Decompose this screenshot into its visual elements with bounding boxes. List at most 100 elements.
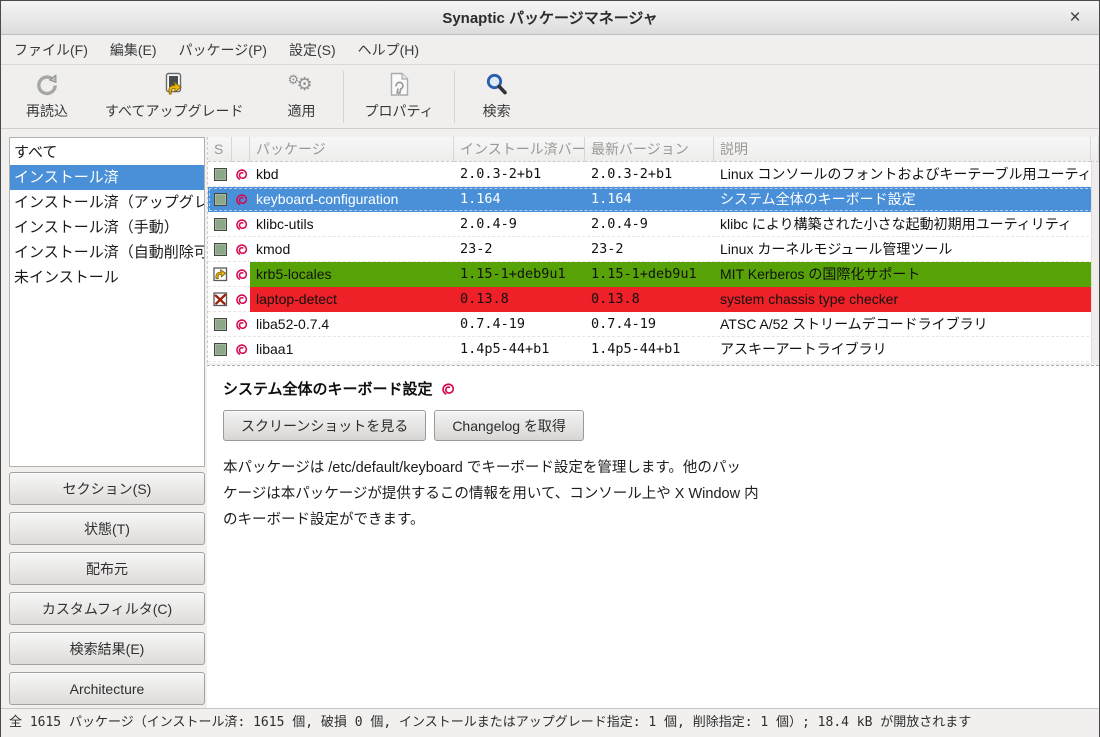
sections-button[interactable]: セクション(S): [9, 472, 205, 505]
search-results-button[interactable]: 検索結果(E): [9, 632, 205, 665]
debian-swirl-icon: [232, 237, 250, 262]
status-installed-icon: [208, 212, 232, 237]
column-header-description[interactable]: 説明: [714, 137, 1091, 162]
toolbar-separator: [343, 71, 344, 123]
toolbar-separator: [454, 71, 455, 123]
details-package-title: システム全体のキーボード設定: [223, 378, 433, 399]
filter-item-installed-upgradable[interactable]: インストール済（アップグレード可）: [10, 190, 204, 215]
column-header-package[interactable]: パッケージ: [250, 137, 454, 162]
filter-item-installed-autoremovable[interactable]: インストール済（自動削除可能）: [10, 240, 204, 265]
description-line: ケージは本パッケージが提供するこの情報を用いて、コンソール上や X Window…: [223, 481, 1083, 507]
table-row-marked-removal[interactable]: laptop-detect 0.13.8 0.13.8 system chass…: [208, 287, 1099, 312]
package-description: Linux カーネルモジュール管理ツール: [714, 237, 1091, 262]
details-description: 本パッケージは /etc/default/keyboard でキーボード設定を管…: [223, 455, 1083, 533]
details-title-row: システム全体のキーボード設定: [223, 378, 1083, 399]
menu-settings[interactable]: 設定(S): [278, 35, 347, 65]
latest-version: 23-2: [585, 237, 714, 262]
right-panel: S パッケージ インストール済バージョン 最新バージョン 説明 kbd 2.0.…: [207, 129, 1099, 708]
column-header-latest-version[interactable]: 最新バージョン: [585, 137, 714, 162]
upgrade-all-label: すべてアップグレード: [105, 101, 243, 121]
table-row-selected[interactable]: keyboard-configuration 1.164 1.164 システム全…: [208, 187, 1099, 212]
column-header-status[interactable]: S: [208, 137, 232, 162]
package-table: S パッケージ インストール済バージョン 最新バージョン 説明 kbd 2.0.…: [207, 137, 1099, 363]
status-upgrade-icon: [208, 262, 232, 287]
column-header-origin[interactable]: [232, 137, 250, 162]
menu-edit[interactable]: 編集(E): [99, 35, 168, 65]
menu-help[interactable]: ヘルプ(H): [347, 35, 430, 65]
table-row[interactable]: klibc-utils 2.0.4-9 2.0.4-9 klibc により構築さ…: [208, 212, 1099, 237]
package-name: liba52-0.7.4: [250, 312, 454, 337]
installed-version: 1.4p5-44+b1: [454, 337, 585, 362]
status-bar: 全 1615 パッケージ（インストール済: 1615 個, 破損 0 個, イン…: [1, 708, 1099, 737]
properties-button[interactable]: プロパティ: [346, 68, 451, 125]
package-description: ATSC A/52 ストリームデコードライブラリ: [714, 312, 1091, 337]
menu-package[interactable]: パッケージ(P): [168, 35, 278, 65]
close-icon[interactable]: ×: [1063, 1, 1087, 35]
table-scrollbar[interactable]: [1091, 162, 1099, 363]
latest-version: 0.7.4-19: [585, 312, 714, 337]
reload-button[interactable]: 再読込: [7, 68, 87, 125]
custom-filters-button[interactable]: カスタムフィルタ(C): [9, 592, 205, 625]
filter-list: すべて インストール済 インストール済（アップグレード可） インストール済（手動…: [9, 137, 205, 467]
status-button[interactable]: 状態(T): [9, 512, 205, 545]
filter-item-all[interactable]: すべて: [10, 140, 204, 165]
debian-swirl-icon: [232, 212, 250, 237]
package-description: MIT Kerberos の国際化サポート: [714, 262, 1091, 287]
main-area: すべて インストール済 インストール済（アップグレード可） インストール済（手動…: [1, 129, 1099, 708]
package-name: kmod: [250, 237, 454, 262]
toolbar: 再読込 すべてアップグレード ⚙ ⚙ 適用 プロパティ: [1, 65, 1099, 129]
search-icon: [484, 72, 510, 98]
reload-label: 再読込: [26, 101, 68, 121]
package-name: laptop-detect: [250, 287, 454, 312]
table-row[interactable]: kbd 2.0.3-2+b1 2.0.3-2+b1 Linux コンソールのフォ…: [208, 162, 1099, 187]
column-header-spacer: [1091, 137, 1099, 162]
table-row-marked-upgrade[interactable]: krb5-locales 1.15-1+deb9u1 1.15-1+deb9u1…: [208, 262, 1099, 287]
sidebar-buttons: セクション(S) 状態(T) 配布元 カスタムフィルタ(C) 検索結果(E) A…: [9, 472, 205, 705]
latest-version: 2.0.3-2+b1: [585, 162, 714, 187]
properties-label: プロパティ: [364, 101, 433, 121]
latest-version: 1.15-1+deb9u1: [585, 262, 714, 287]
filter-item-installed-manual[interactable]: インストール済（手動）: [10, 215, 204, 240]
table-row[interactable]: kmod 23-2 23-2 Linux カーネルモジュール管理ツール: [208, 237, 1099, 262]
latest-version: 1.164: [585, 187, 714, 212]
apply-gears-icon: ⚙ ⚙: [287, 72, 315, 98]
menu-file[interactable]: ファイル(F): [3, 35, 99, 65]
details-buttons: スクリーンショットを見る Changelog を取得: [223, 410, 1083, 441]
latest-version: 2.0.4-9: [585, 212, 714, 237]
debian-swirl-icon: [441, 382, 455, 396]
package-description: system chassis type checker: [714, 287, 1091, 312]
table-row[interactable]: liba52-0.7.4 0.7.4-19 0.7.4-19 ATSC A/52…: [208, 312, 1099, 337]
package-name: kbd: [250, 162, 454, 187]
installed-version: 23-2: [454, 237, 585, 262]
search-button[interactable]: 検索: [457, 68, 537, 125]
debian-swirl-icon: [232, 337, 250, 362]
installed-version: 0.13.8: [454, 287, 585, 312]
installed-version: 1.15-1+deb9u1: [454, 262, 585, 287]
properties-icon: [387, 72, 411, 98]
filter-item-installed[interactable]: インストール済: [10, 165, 204, 190]
description-line: 本パッケージは /etc/default/keyboard でキーボード設定を管…: [223, 455, 1083, 481]
column-header-installed-version[interactable]: インストール済バージョン: [454, 137, 585, 162]
upgrade-all-button[interactable]: すべてアップグレード: [87, 68, 261, 125]
sidebar: すべて インストール済 インストール済（アップグレード可） インストール済（手動…: [1, 129, 207, 708]
package-name: krb5-locales: [250, 262, 454, 287]
upgrade-all-icon: [160, 72, 188, 98]
menubar: ファイル(F) 編集(E) パッケージ(P) 設定(S) ヘルプ(H): [1, 35, 1099, 65]
search-label: 検索: [483, 101, 511, 121]
origin-button[interactable]: 配布元: [9, 552, 205, 585]
package-name: klibc-utils: [250, 212, 454, 237]
apply-button[interactable]: ⚙ ⚙ 適用: [261, 68, 341, 125]
latest-version: 0.13.8: [585, 287, 714, 312]
status-text: 全 1615 パッケージ（インストール済: 1615 個, 破損 0 個, イン…: [9, 715, 971, 730]
filter-item-not-installed[interactable]: 未インストール: [10, 265, 204, 290]
table-row[interactable]: libaa1 1.4p5-44+b1 1.4p5-44+b1 アスキーアートライ…: [208, 337, 1099, 362]
installed-version: 0.7.4-19: [454, 312, 585, 337]
reload-icon: [34, 72, 60, 98]
architecture-button[interactable]: Architecture: [9, 672, 205, 705]
details-pane: システム全体のキーボード設定 スクリーンショットを見る Changelog を取…: [207, 365, 1099, 708]
installed-version: 2.0.4-9: [454, 212, 585, 237]
installed-version: 2.0.3-2+b1: [454, 162, 585, 187]
get-changelog-button[interactable]: Changelog を取得: [434, 410, 584, 441]
get-screenshot-button[interactable]: スクリーンショットを見る: [223, 410, 426, 441]
status-installed-icon: [208, 187, 232, 212]
